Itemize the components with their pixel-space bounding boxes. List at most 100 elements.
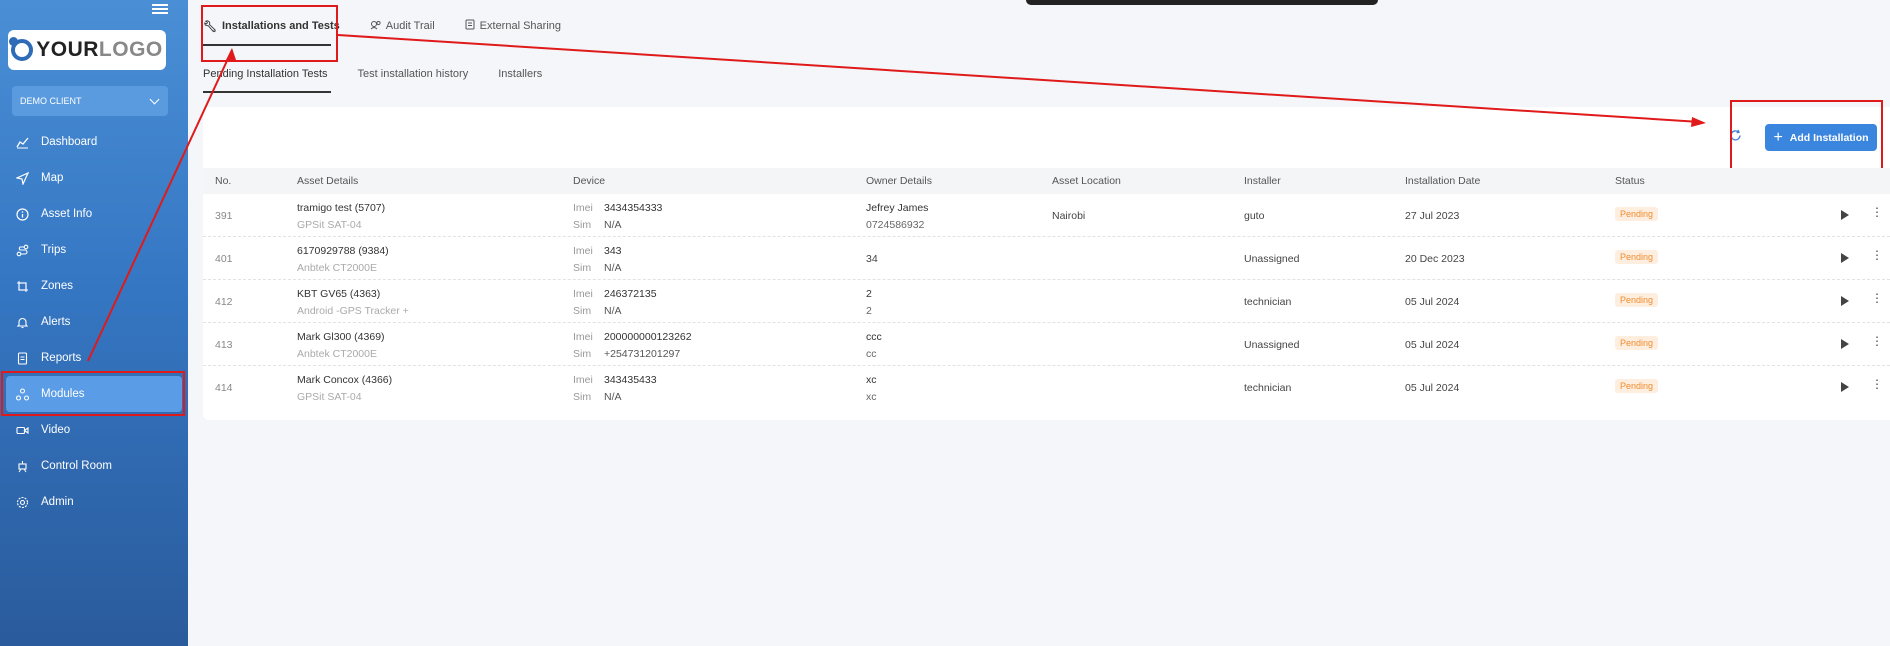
client-select[interactable]: DEMO CLIENT <box>12 86 168 116</box>
tab-external-sharing[interactable]: External Sharing <box>465 12 561 40</box>
subtab-pending-installation-tests[interactable]: Pending Installation Tests <box>203 68 328 80</box>
sidebar-item-label: Zones <box>41 280 73 292</box>
chevron-down-icon <box>149 94 160 104</box>
more-vertical-icon[interactable]: ⋮ <box>1871 378 1883 390</box>
row-owner-phone: 2 <box>866 305 872 317</box>
row-location: Nairobi <box>1052 210 1086 222</box>
row-owner: Jefrey James <box>866 202 929 214</box>
info-circle-icon <box>15 207 29 221</box>
collapse-sidebar-icon[interactable] <box>152 2 168 16</box>
sidebar-item-map[interactable]: Map <box>0 160 188 196</box>
window-edge <box>1026 0 1378 5</box>
status-badge: Pending <box>1615 293 1659 307</box>
row-no: 413 <box>215 339 233 351</box>
row-asset-name: Mark Concox (4366) <box>297 374 393 386</box>
sim-label: Sim <box>573 305 592 317</box>
more-vertical-icon[interactable]: ⋮ <box>1871 206 1883 218</box>
active-subtab-indicator <box>203 91 331 93</box>
sidebar-item-alerts[interactable]: Alerts <box>0 304 188 340</box>
sidebar-nav: Dashboard Map Asset Info Trips Zones Ale… <box>0 124 188 520</box>
header-no: No. <box>215 175 232 187</box>
play-icon[interactable] <box>1841 210 1849 220</box>
row-date: 20 Dec 2023 <box>1405 253 1465 265</box>
audit-icon <box>370 19 381 33</box>
header-asset-details: Asset Details <box>297 175 359 187</box>
table-row[interactable]: 391 tramigo test (5707) GPSit SAT-04 Ime… <box>203 194 1890 237</box>
row-imei: 246372135 <box>604 288 657 300</box>
play-icon[interactable] <box>1841 382 1849 392</box>
sidebar-item-zones[interactable]: Zones <box>0 268 188 304</box>
table-row[interactable]: 413 Mark Gl300 (4369) Anbtek CT2000E Ime… <box>203 323 1890 366</box>
sidebar-item-dashboard[interactable]: Dashboard <box>0 124 188 160</box>
sim-label: Sim <box>573 391 592 403</box>
share-doc-icon <box>465 19 475 33</box>
table-row[interactable]: 412 KBT GV65 (4363) Android -GPS Tracker… <box>203 280 1890 323</box>
annotation-box-modules <box>1 371 185 416</box>
control-room-icon <box>15 459 29 473</box>
row-date: 05 Jul 2024 <box>1405 382 1460 394</box>
play-icon[interactable] <box>1841 339 1849 349</box>
sidebar-item-control-room[interactable]: Control Room <box>0 448 188 484</box>
logo-mark-icon <box>9 37 34 61</box>
table-header: No. Asset Details Device Owner Details A… <box>203 168 1890 194</box>
row-owner: xc <box>866 374 877 386</box>
imei-label: Imei <box>573 288 593 300</box>
sidebar-item-video[interactable]: Video <box>0 412 188 448</box>
row-installer: Unassigned <box>1244 253 1300 265</box>
row-asset-name: tramigo test (5707) <box>297 202 386 214</box>
tab-label: External Sharing <box>479 20 561 32</box>
more-vertical-icon[interactable]: ⋮ <box>1871 292 1883 304</box>
bell-icon <box>15 315 29 329</box>
tab-audit-trail[interactable]: Audit Trail <box>370 12 435 40</box>
row-date: 27 Jul 2023 <box>1405 210 1460 222</box>
sidebar-item-trips[interactable]: Trips <box>0 232 188 268</box>
header-status: Status <box>1615 175 1645 187</box>
row-asset-model: Anbtek CT2000E <box>297 348 377 360</box>
zone-icon <box>15 279 29 293</box>
logo-text: YOURLOGO <box>36 38 163 61</box>
sidebar-item-label: Dashboard <box>41 136 98 148</box>
imei-label: Imei <box>573 331 593 343</box>
header-owner-details: Owner Details <box>866 175 932 187</box>
row-installer: technician <box>1244 296 1292 308</box>
document-icon <box>15 351 29 365</box>
row-installer: technician <box>1244 382 1292 394</box>
sidebar-item-label: Video <box>41 424 71 436</box>
row-imei: 3434354333 <box>604 202 663 214</box>
sidebar-item-admin[interactable]: Admin <box>0 484 188 520</box>
row-imei: 343435433 <box>604 374 657 386</box>
header-installation-date: Installation Date <box>1405 175 1481 187</box>
row-asset-name: 6170929788 (9384) <box>297 245 389 257</box>
sim-label: Sim <box>573 348 592 360</box>
gear-icon <box>15 495 29 509</box>
table-row[interactable]: 401 6170929788 (9384) Anbtek CT2000E Ime… <box>203 237 1890 280</box>
sidebar-item-label: Asset Info <box>41 208 93 220</box>
table-row[interactable]: 414 Mark Concox (4366) GPSit SAT-04 Imei… <box>203 366 1890 409</box>
row-asset-model: GPSit SAT-04 <box>297 219 362 231</box>
row-owner: ccc <box>866 331 882 343</box>
subtab-installers[interactable]: Installers <box>498 68 542 80</box>
row-sim: N/A <box>604 391 622 403</box>
sidebar: YOURLOGO DEMO CLIENT Dashboard Map Asset… <box>0 0 188 646</box>
row-sim: N/A <box>604 219 622 231</box>
header-asset-location: Asset Location <box>1052 175 1121 187</box>
play-icon[interactable] <box>1841 296 1849 306</box>
row-no: 414 <box>215 382 233 394</box>
row-owner-phone: cc <box>866 348 877 360</box>
video-icon <box>15 423 29 437</box>
imei-label: Imei <box>573 245 593 257</box>
subtab-test-installation-history[interactable]: Test installation history <box>358 68 469 80</box>
row-asset-model: Android -GPS Tracker + <box>297 305 409 317</box>
row-installer: Unassigned <box>1244 339 1300 351</box>
sidebar-item-label: Alerts <box>41 316 71 328</box>
logo: YOURLOGO <box>8 30 166 70</box>
play-icon[interactable] <box>1841 253 1849 263</box>
row-sim: N/A <box>604 262 622 274</box>
row-owner-phone: xc <box>866 391 877 403</box>
row-date: 05 Jul 2024 <box>1405 339 1460 351</box>
row-owner-phone: 0724586932 <box>866 219 925 231</box>
sidebar-item-asset-info[interactable]: Asset Info <box>0 196 188 232</box>
row-no: 391 <box>215 210 233 222</box>
more-vertical-icon[interactable]: ⋮ <box>1871 335 1883 347</box>
more-vertical-icon[interactable]: ⋮ <box>1871 249 1883 261</box>
